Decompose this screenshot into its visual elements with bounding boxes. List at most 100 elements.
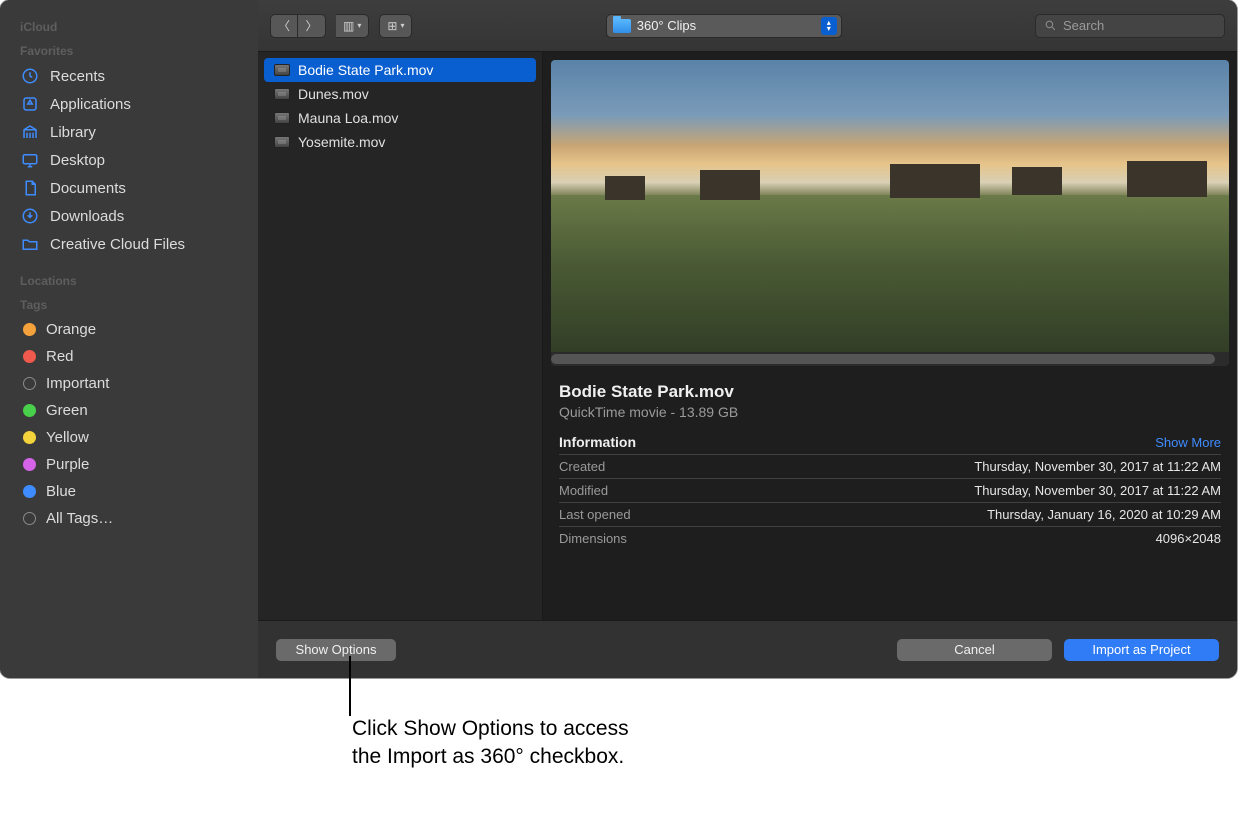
sidebar-section-icloud: iCloud: [0, 14, 258, 38]
movie-file-icon: [274, 64, 290, 76]
cancel-button[interactable]: Cancel: [897, 639, 1052, 661]
chevron-down-icon: ▾: [357, 21, 361, 30]
sidebar-item-label: Downloads: [50, 208, 124, 225]
sidebar-item-label: Red: [46, 348, 74, 365]
info-header: Information: [559, 434, 636, 450]
info-label: Modified: [559, 483, 608, 498]
document-icon: [20, 179, 40, 197]
sidebar-item-desktop[interactable]: Desktop: [0, 146, 258, 174]
clock-icon: [20, 67, 40, 85]
show-more-link[interactable]: Show More: [1155, 435, 1221, 450]
info-value: Thursday, November 30, 2017 at 11:22 AM: [974, 483, 1221, 498]
sidebar-item-label: Yellow: [46, 429, 89, 446]
path-popup[interactable]: 360° Clips ▴▾: [606, 14, 842, 38]
tag-dot-icon: [23, 323, 36, 336]
file-row[interactable]: Yosemite.mov: [264, 130, 536, 154]
sidebar-item-label: Green: [46, 402, 88, 419]
sidebar-tag-orange[interactable]: Orange: [0, 316, 258, 343]
file-name: Mauna Loa.mov: [298, 110, 398, 126]
updown-chevron-icon: ▴▾: [821, 17, 837, 35]
search-placeholder: Search: [1063, 18, 1104, 33]
callout-leader-line: [349, 656, 351, 716]
sidebar-item-label: Desktop: [50, 152, 105, 169]
sidebar-tag-purple[interactable]: Purple: [0, 451, 258, 478]
show-options-button[interactable]: Show Options: [276, 639, 396, 661]
tag-dot-icon: [23, 458, 36, 471]
sidebar-item-label: Important: [46, 375, 109, 392]
sidebar-item-label: Blue: [46, 483, 76, 500]
preview-image: [551, 60, 1229, 366]
library-icon: [20, 123, 40, 141]
sidebar-item-documents[interactable]: Documents: [0, 174, 258, 202]
file-name: Yosemite.mov: [298, 134, 385, 150]
sidebar-item-label: Library: [50, 124, 96, 141]
sidebar-item-label: Orange: [46, 321, 96, 338]
info-label: Created: [559, 459, 605, 474]
tag-dot-icon: [23, 485, 36, 498]
toolbar: 〈 〉 ▥ ▾ ⊞ ▾ 360° Clips ▴▾ Search: [258, 0, 1237, 52]
grid-icon: ⊞: [387, 19, 397, 33]
movie-file-icon: [274, 88, 290, 100]
sidebar-tag-blue[interactable]: Blue: [0, 478, 258, 505]
preview-title: Bodie State Park.mov: [559, 382, 1221, 402]
content-area: Bodie State Park.mov Dunes.mov Mauna Loa…: [258, 52, 1237, 620]
tag-dot-icon: [23, 404, 36, 417]
folder-icon: [20, 235, 40, 253]
tag-dot-icon: [23, 377, 36, 390]
sidebar-section-favorites: Favorites: [0, 38, 258, 62]
info-row-last-opened: Last opened Thursday, January 16, 2020 a…: [559, 502, 1221, 526]
sidebar-item-label: Creative Cloud Files: [50, 236, 185, 253]
file-row[interactable]: Dunes.mov: [264, 82, 536, 106]
sidebar-item-library[interactable]: Library: [0, 118, 258, 146]
sidebar-item-label: All Tags…: [46, 510, 113, 527]
sidebar-item-creative-cloud[interactable]: Creative Cloud Files: [0, 230, 258, 258]
preview-subtitle: QuickTime movie - 13.89 GB: [559, 404, 1221, 420]
sidebar-item-label: Documents: [50, 180, 126, 197]
dialog-footer: Show Options Cancel Import as Project: [258, 620, 1237, 678]
folder-icon: [613, 19, 631, 33]
chevron-left-icon: 〈: [278, 17, 290, 34]
import-as-project-button[interactable]: Import as Project: [1064, 639, 1219, 661]
path-label: 360° Clips: [637, 18, 696, 33]
sidebar-tag-important[interactable]: Important: [0, 370, 258, 397]
chevron-right-icon: 〉: [306, 17, 318, 34]
file-row[interactable]: Bodie State Park.mov: [264, 58, 536, 82]
preview-column: Bodie State Park.mov QuickTime movie - 1…: [543, 52, 1237, 620]
sidebar-tag-green[interactable]: Green: [0, 397, 258, 424]
download-icon: [20, 207, 40, 225]
desktop-icon: [20, 151, 40, 169]
info-value: 4096×2048: [1156, 531, 1221, 546]
preview-metadata: Bodie State Park.mov QuickTime movie - 1…: [543, 366, 1237, 550]
info-row-created: Created Thursday, November 30, 2017 at 1…: [559, 454, 1221, 478]
info-label: Last opened: [559, 507, 631, 522]
sidebar-item-downloads[interactable]: Downloads: [0, 202, 258, 230]
tag-dot-icon: [23, 431, 36, 444]
sidebar-item-recents[interactable]: Recents: [0, 62, 258, 90]
sidebar-item-applications[interactable]: Applications: [0, 90, 258, 118]
back-button[interactable]: 〈: [270, 14, 298, 38]
search-input[interactable]: Search: [1035, 14, 1225, 38]
callout-text: Click Show Options to access the Import …: [352, 715, 652, 772]
forward-button[interactable]: 〉: [298, 14, 326, 38]
tag-dot-icon: [23, 512, 36, 525]
info-value: Thursday, November 30, 2017 at 11:22 AM: [974, 459, 1221, 474]
sidebar-tag-all[interactable]: All Tags…: [0, 505, 258, 532]
nav-buttons: 〈 〉: [270, 14, 326, 38]
open-dialog-window: iCloud Favorites Recents Applications Li…: [0, 0, 1237, 678]
sidebar-tag-yellow[interactable]: Yellow: [0, 424, 258, 451]
file-row[interactable]: Mauna Loa.mov: [264, 106, 536, 130]
file-list-column: Bodie State Park.mov Dunes.mov Mauna Loa…: [258, 52, 543, 620]
view-buttons: ▥ ▾: [336, 14, 369, 38]
sidebar-item-label: Recents: [50, 68, 105, 85]
info-label: Dimensions: [559, 531, 627, 546]
file-name: Bodie State Park.mov: [298, 62, 433, 78]
columns-icon: ▥: [343, 19, 354, 33]
sidebar-section-locations: Locations: [0, 268, 258, 292]
view-mode-button[interactable]: ▥ ▾: [336, 14, 369, 38]
file-name: Dunes.mov: [298, 86, 369, 102]
preview-scrollbar[interactable]: [551, 352, 1229, 366]
tag-dot-icon: [23, 350, 36, 363]
sidebar-tag-red[interactable]: Red: [0, 343, 258, 370]
group-by-button[interactable]: ⊞ ▾: [379, 14, 412, 38]
sidebar: iCloud Favorites Recents Applications Li…: [0, 0, 258, 678]
